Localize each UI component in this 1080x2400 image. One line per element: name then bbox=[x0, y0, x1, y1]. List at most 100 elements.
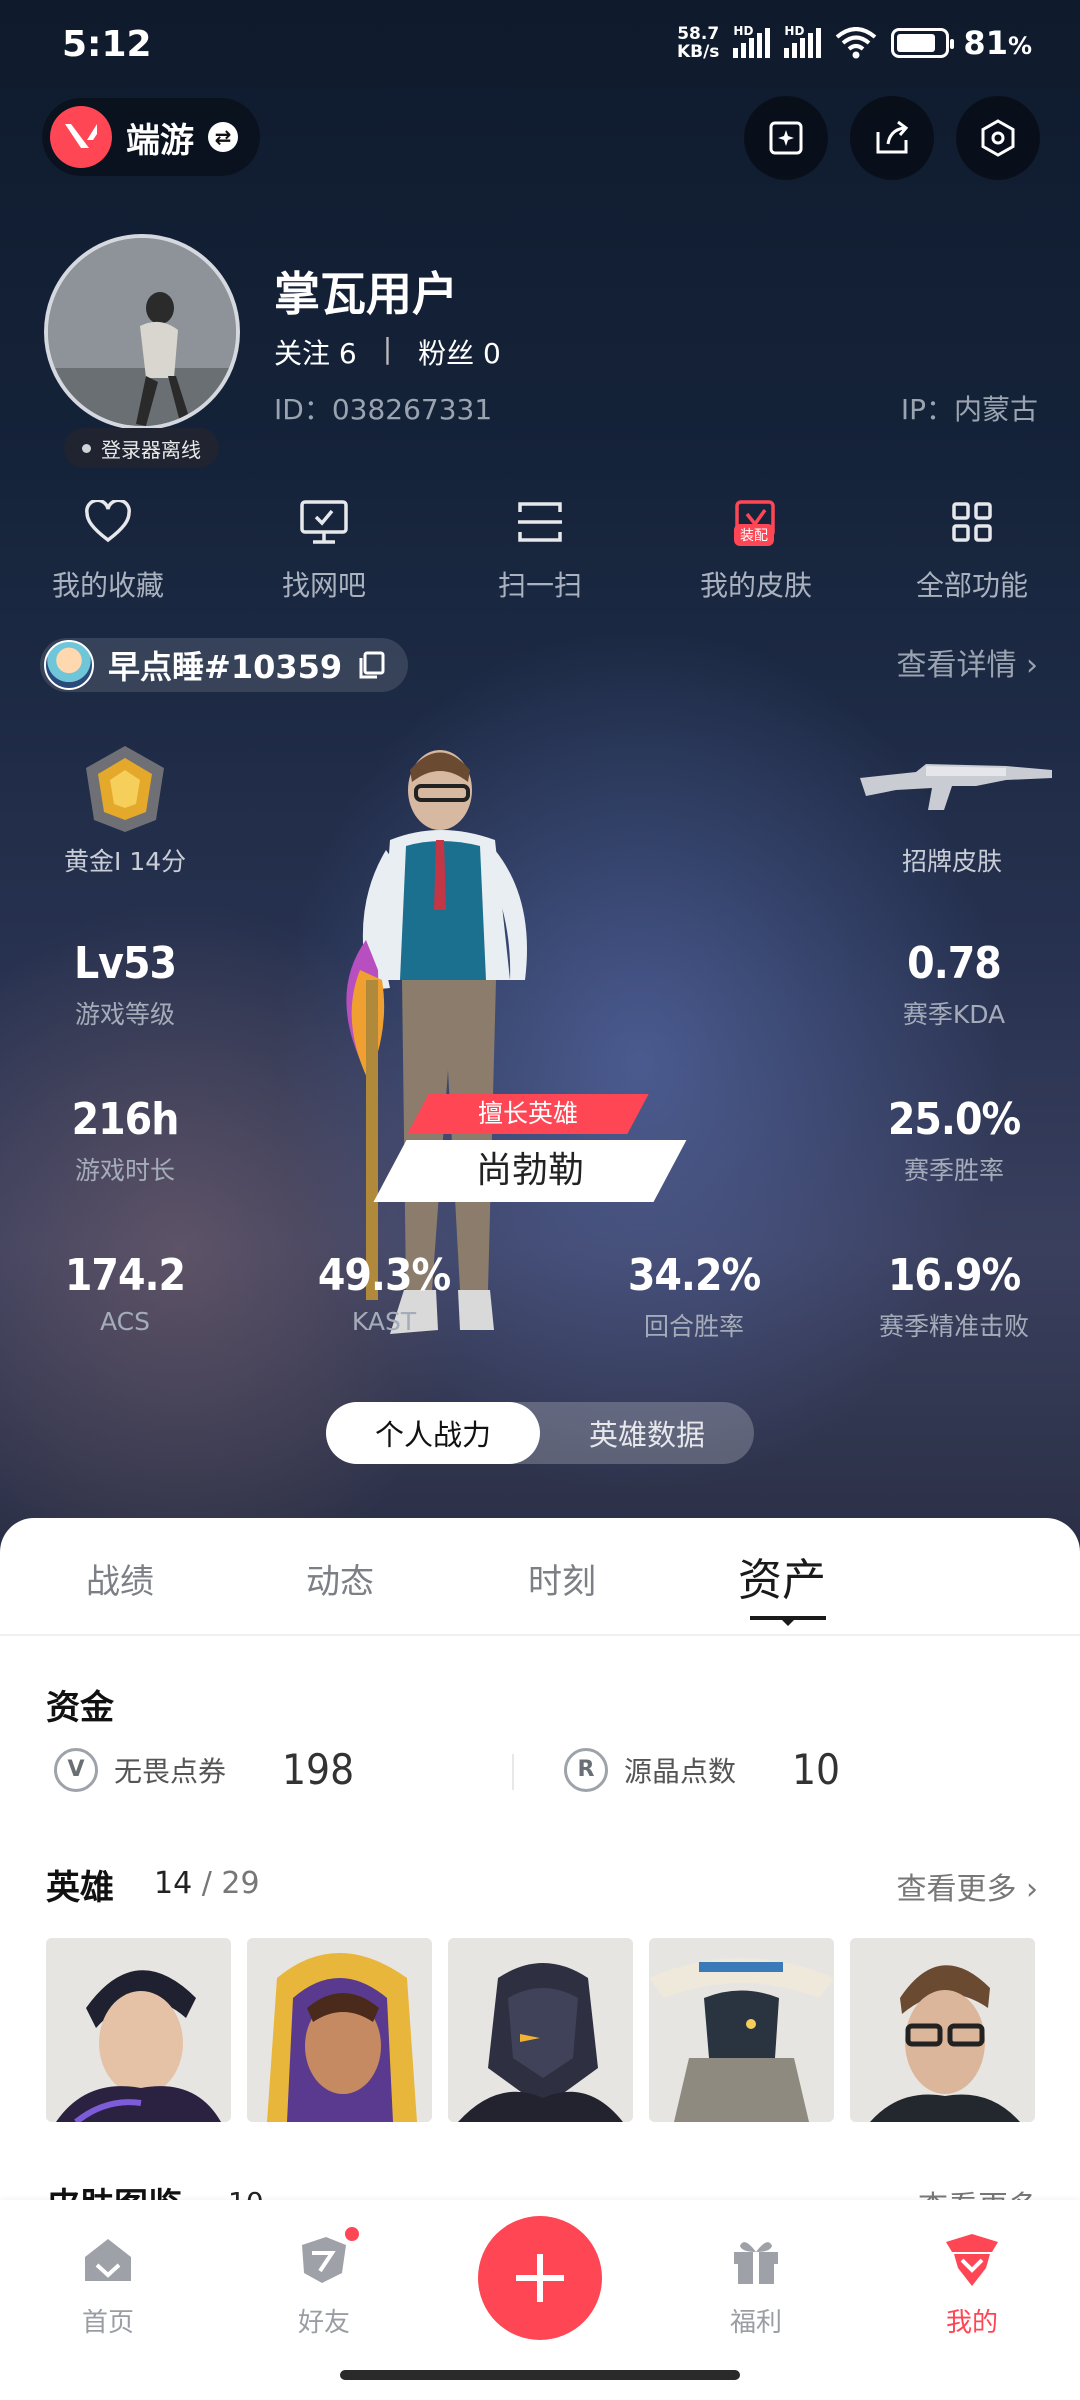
toggle-agent-data[interactable]: 英雄数据 bbox=[540, 1402, 754, 1464]
radianite-icon: R bbox=[564, 1747, 608, 1792]
chevron-right-icon: › bbox=[1026, 648, 1038, 683]
net-speed: 58.7 KB/s bbox=[676, 24, 720, 62]
view-details-link[interactable]: 查看详情 › bbox=[896, 640, 1038, 684]
top-actions bbox=[744, 96, 1040, 180]
action-scan[interactable]: 扫一扫 bbox=[432, 494, 648, 604]
tab-moments[interactable]: 时刻 bbox=[528, 1554, 596, 1603]
riot-id: 早点睡#10359 bbox=[108, 648, 343, 686]
agent-list bbox=[46, 1938, 1035, 2122]
agent-portrait bbox=[850, 1938, 1035, 2122]
stats-view-toggle: 个人战力 英雄数据 bbox=[326, 1402, 754, 1464]
battery-level: 81% bbox=[963, 24, 1032, 62]
plus-icon bbox=[516, 2254, 564, 2302]
agents-view-more-link[interactable]: 查看更多 › bbox=[896, 1864, 1038, 1908]
avatar-photo bbox=[48, 238, 236, 426]
valorant-points-icon: V bbox=[54, 1747, 98, 1792]
skin-icon: 装配 bbox=[728, 494, 784, 550]
status-icons: 58.7 KB/s HD HD 81% bbox=[677, 24, 1032, 62]
stat-kda: 0.78 赛季KDA bbox=[902, 938, 1006, 1029]
create-post-button[interactable] bbox=[478, 2216, 602, 2340]
nav-me[interactable]: 我的 bbox=[912, 2230, 1032, 2339]
quick-actions: 我的收藏 找网吧 扫一扫 装配 我的皮肤 全部功能 bbox=[0, 494, 1080, 604]
settings-button[interactable] bbox=[956, 96, 1040, 180]
agent-card[interactable] bbox=[448, 1938, 633, 2122]
sparkle-card-icon bbox=[769, 121, 803, 155]
launcher-status-badge: 登录器离线 bbox=[64, 428, 219, 468]
notification-dot bbox=[342, 2224, 362, 2244]
username: 掌瓦用户 bbox=[274, 267, 458, 321]
equip-tag: 装配 bbox=[734, 524, 774, 546]
follow-stats: 关注 6 | 粉丝 0 bbox=[274, 332, 501, 372]
share-icon bbox=[876, 120, 909, 154]
riot-id-pill[interactable]: 早点睡#10359 bbox=[40, 638, 409, 692]
status-bar: 5:12 58.7 KB/s HD HD 81% bbox=[0, 0, 1080, 90]
toggle-personal-power[interactable]: 个人战力 bbox=[326, 1402, 540, 1464]
tab-match-history[interactable]: 战绩 bbox=[86, 1554, 154, 1603]
stat-headshot: 16.9% 赛季精准击败 bbox=[878, 1250, 1029, 1341]
stat-round-winrate: 34.2% 回合胜率 bbox=[627, 1250, 761, 1341]
ip-location: IP：内蒙古 bbox=[900, 393, 1038, 426]
action-find-cafe[interactable]: 找网吧 bbox=[216, 494, 432, 604]
monitor-icon bbox=[296, 494, 352, 550]
settings-hexagon-icon bbox=[981, 119, 1015, 157]
rank-label: 黄金I 14分 bbox=[64, 847, 187, 876]
valorant-logo-icon bbox=[50, 106, 112, 168]
friends-icon bbox=[294, 2224, 362, 2290]
agent-portrait bbox=[448, 1938, 633, 2122]
status-time: 5:12 bbox=[62, 24, 152, 65]
best-agent-name: 尚勃勒 bbox=[475, 1150, 584, 1191]
user-id: ID：038267331 bbox=[274, 393, 493, 426]
action-my-skins[interactable]: 装配 我的皮肤 bbox=[648, 494, 864, 604]
edit-card-button[interactable] bbox=[744, 96, 828, 180]
avatar[interactable] bbox=[44, 234, 240, 430]
agent-card[interactable] bbox=[649, 1938, 834, 2122]
stat-winrate: 25.0% 赛季胜率 bbox=[887, 1094, 1021, 1185]
agents-title: 英雄 bbox=[46, 1868, 114, 1908]
swap-icon: ⇄ bbox=[208, 122, 238, 152]
agent-portrait bbox=[649, 1938, 834, 2122]
copy-icon[interactable] bbox=[356, 650, 386, 680]
battery-icon bbox=[891, 28, 955, 58]
fund-radianite-points: R 源晶点数 10 bbox=[564, 1745, 840, 1794]
signature-skin-rifle-icon bbox=[860, 764, 1052, 810]
scan-icon bbox=[512, 494, 568, 550]
funds-title: 资金 bbox=[46, 1688, 114, 1728]
heart-icon bbox=[80, 494, 136, 550]
tab-assets[interactable]: 资产 bbox=[738, 1544, 826, 1608]
profile-icon bbox=[942, 2230, 1002, 2290]
tab-feed[interactable]: 动态 bbox=[306, 1554, 374, 1603]
status-dot bbox=[82, 443, 91, 453]
active-tab-indicator bbox=[750, 1616, 826, 1626]
following-count[interactable]: 关注 6 bbox=[274, 332, 357, 372]
game-mode-label: 端游 bbox=[126, 120, 194, 161]
agent-portrait bbox=[247, 1938, 432, 2122]
share-button[interactable] bbox=[850, 96, 934, 180]
fund-valorant-points: V 无畏点券 198 bbox=[54, 1745, 354, 1794]
agent-card[interactable] bbox=[46, 1938, 231, 2122]
followers-count[interactable]: 粉丝 0 bbox=[418, 332, 501, 372]
stat-hours: 216h 游戏时长 bbox=[71, 1094, 180, 1185]
signature-skin-label: 招牌皮肤 bbox=[902, 847, 1003, 876]
action-favorites[interactable]: 我的收藏 bbox=[0, 494, 216, 604]
agents-owned-count: 14 / 29 bbox=[154, 1866, 260, 1901]
nav-friends[interactable]: 好友 bbox=[264, 2224, 384, 2339]
gift-icon bbox=[726, 2230, 786, 2290]
agent-card[interactable] bbox=[247, 1938, 432, 2122]
stat-kast: 49.3% KAST bbox=[317, 1250, 451, 1336]
action-all-features[interactable]: 全部功能 bbox=[864, 494, 1080, 604]
nav-rewards[interactable]: 福利 bbox=[696, 2230, 816, 2339]
best-agent-tag: 擅长英雄 尚勃勒 bbox=[372, 1094, 700, 1206]
rank-gold-badge-icon bbox=[86, 746, 164, 832]
home-icon bbox=[78, 2230, 138, 2290]
divider bbox=[512, 1754, 514, 1790]
signal-icon-2: HD bbox=[784, 24, 822, 58]
nav-home[interactable]: 首页 bbox=[48, 2230, 168, 2339]
gesture-home-bar[interactable] bbox=[340, 2370, 740, 2380]
signal-icon: HD bbox=[733, 24, 771, 58]
game-mode-switch[interactable]: 端游 ⇄ bbox=[42, 98, 260, 176]
stat-level: Lv53 游戏等级 bbox=[73, 938, 177, 1029]
stat-acs: 174.2 ACS bbox=[64, 1250, 186, 1336]
agent-card[interactable] bbox=[850, 1938, 1035, 2122]
player-card-avatar bbox=[44, 640, 94, 690]
profile-tabs: 战绩 动态 时刻 资产 bbox=[0, 1518, 1080, 1636]
